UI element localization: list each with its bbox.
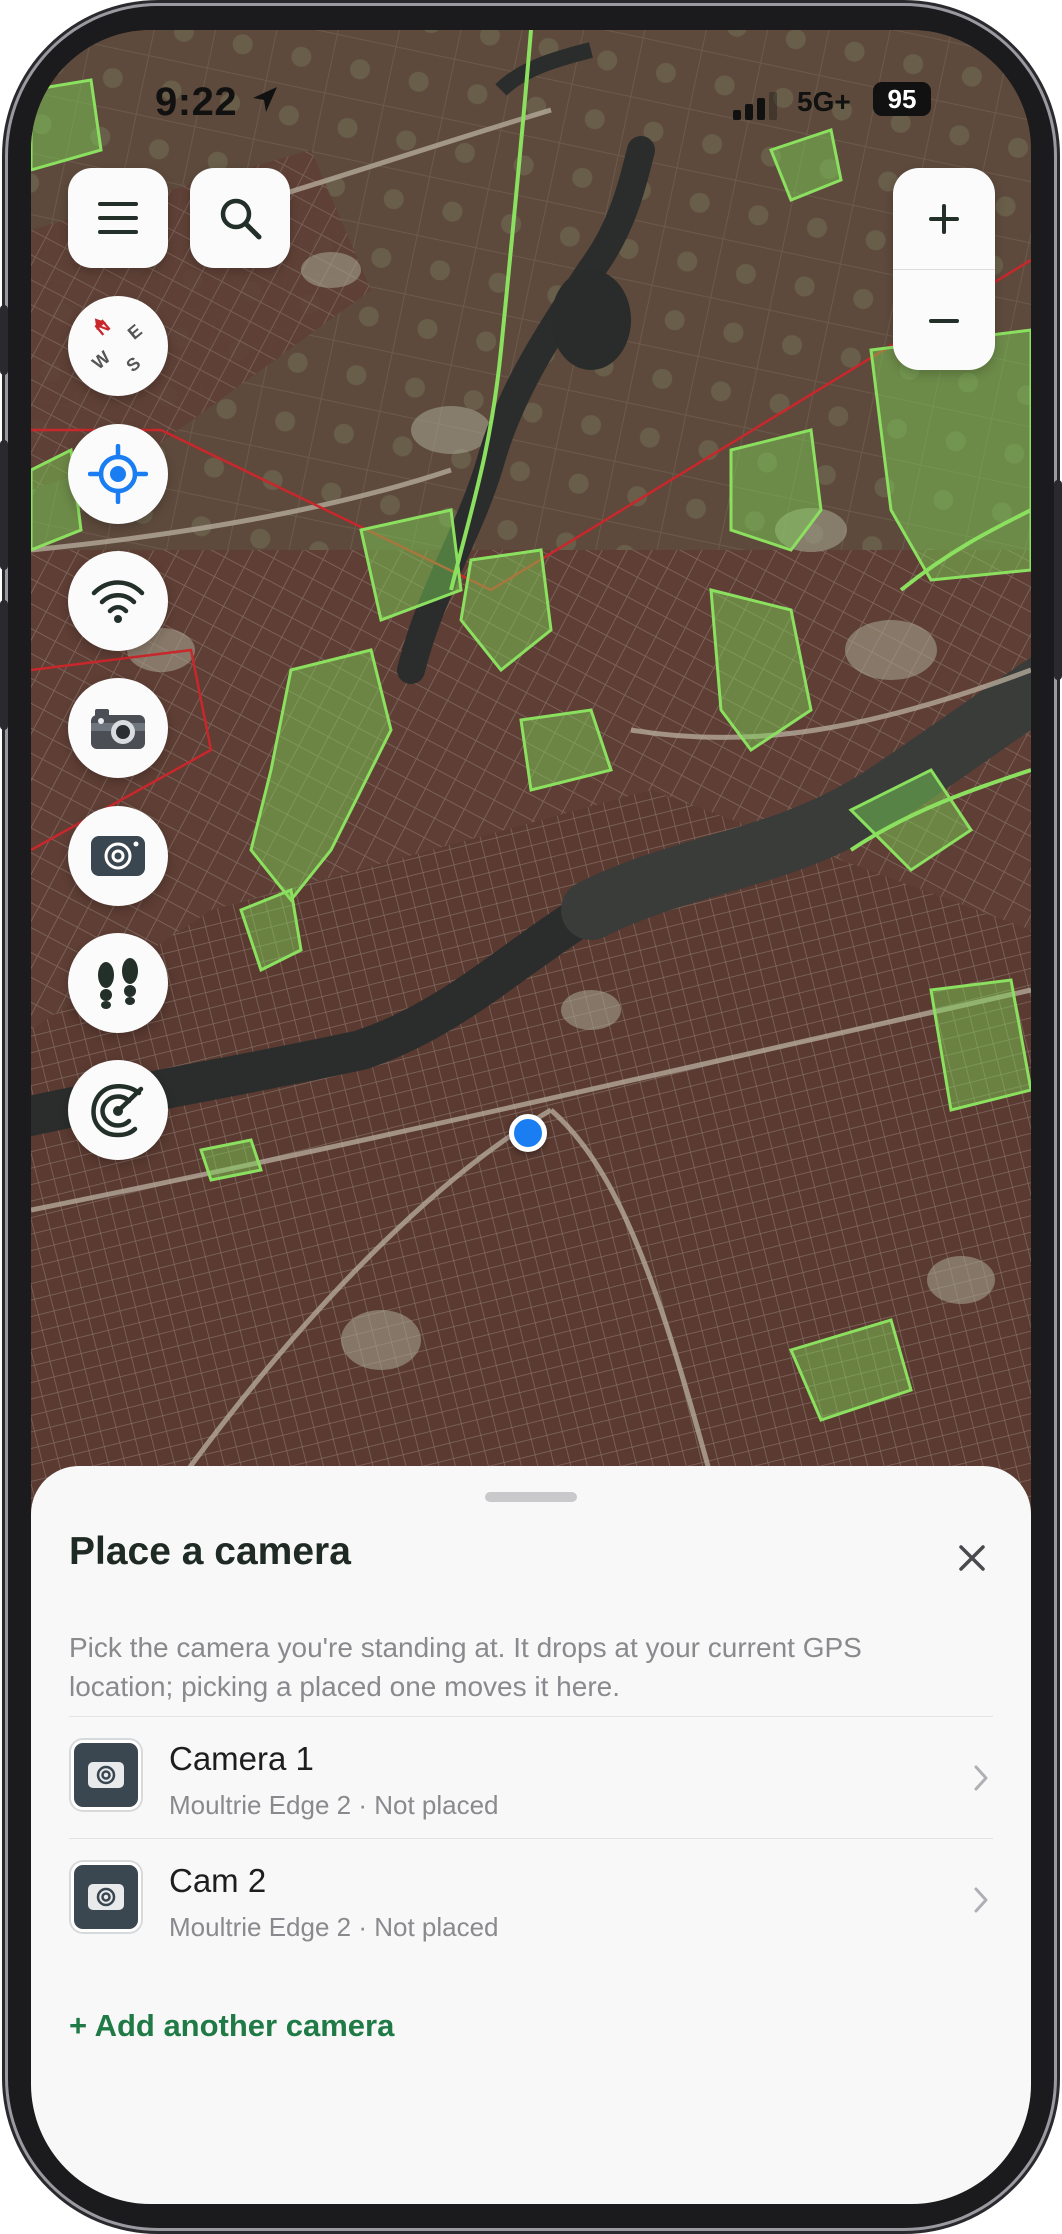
sheet-description: Pick the camera you're standing at. It d…	[69, 1632, 862, 1702]
battery-level: 95	[873, 82, 931, 116]
radar-button[interactable]	[68, 1060, 168, 1160]
camera-meta: Moultrie Edge 2 · Not placed	[169, 1912, 499, 1942]
compass-north-label: N	[91, 316, 114, 340]
chevron-right-icon	[974, 1887, 988, 1913]
compass-icon: N E S W	[88, 316, 146, 376]
divider	[69, 1716, 993, 1717]
compass-button[interactable]: N E S W	[68, 296, 168, 396]
current-location-dot	[509, 1114, 547, 1152]
tracks-button[interactable]	[68, 933, 168, 1033]
zoom-controls	[893, 168, 995, 370]
add-camera-link[interactable]: + Add another camera	[69, 2008, 394, 2044]
menu-button[interactable]	[68, 168, 168, 268]
camera-meta: Moultrie Edge 2 · Not placed	[169, 1790, 499, 1820]
divider	[69, 1838, 993, 1839]
zoom-out-button[interactable]	[893, 270, 995, 370]
zoom-in-button[interactable]	[893, 168, 995, 269]
status-bar: 9:22 5G+ 95	[31, 30, 1031, 140]
sheet-title: Place a camera	[69, 1530, 351, 1573]
search-button[interactable]	[190, 168, 290, 268]
compass-south-label: S	[122, 353, 144, 376]
compass-west-label: W	[88, 347, 114, 373]
crosshair-icon	[88, 444, 148, 504]
camera-icon	[91, 836, 145, 876]
radar-icon	[91, 1084, 144, 1138]
camera-placement-button[interactable]	[68, 806, 168, 906]
camera-name: Cam 2	[169, 1862, 267, 1899]
power-button	[1054, 480, 1062, 680]
close-icon[interactable]	[952, 1538, 992, 1578]
wifi-button[interactable]	[68, 551, 168, 651]
footprints-icon	[98, 958, 138, 1009]
signal-bars-icon	[733, 92, 777, 120]
status-time: 9:22	[155, 80, 238, 124]
trail-camera-icon	[91, 709, 145, 749]
camera-list-item[interactable]: Camera 1 Moultrie Edge 2 · Not placed	[31, 1718, 1031, 1838]
wifi-icon	[91, 580, 145, 623]
locate-me-button[interactable]	[68, 424, 168, 524]
camera-thumbnail-icon	[71, 1862, 141, 1932]
silent-switch	[0, 305, 8, 375]
plus-icon	[929, 203, 959, 234]
camera-list-item[interactable]: Cam 2 Moultrie Edge 2 · Not placed	[31, 1840, 1031, 1960]
chevron-right-icon	[974, 1765, 988, 1791]
trail-camera-button[interactable]	[68, 678, 168, 778]
network-type: 5G+	[797, 86, 851, 117]
hamburger-menu-icon	[98, 202, 138, 234]
volume-up-button	[0, 440, 8, 570]
minus-icon	[929, 318, 959, 323]
place-camera-sheet: Place a camera Pick the camera you're st…	[31, 1466, 1031, 2204]
camera-lens-icon	[88, 1884, 124, 1910]
volume-down-button	[0, 600, 8, 730]
sheet-grabber[interactable]	[485, 1492, 577, 1502]
camera-lens-icon	[88, 1762, 124, 1788]
magnifier-icon	[220, 198, 262, 240]
camera-thumbnail-icon	[71, 1740, 141, 1810]
compass-east-label: E	[124, 320, 146, 343]
location-arrow-icon	[253, 87, 277, 112]
camera-name: Camera 1	[169, 1740, 314, 1777]
screen: 9:22 5G+ 95 N E S W Place a camera Pick …	[31, 30, 1031, 2204]
satellite-map[interactable]	[31, 30, 1031, 1550]
